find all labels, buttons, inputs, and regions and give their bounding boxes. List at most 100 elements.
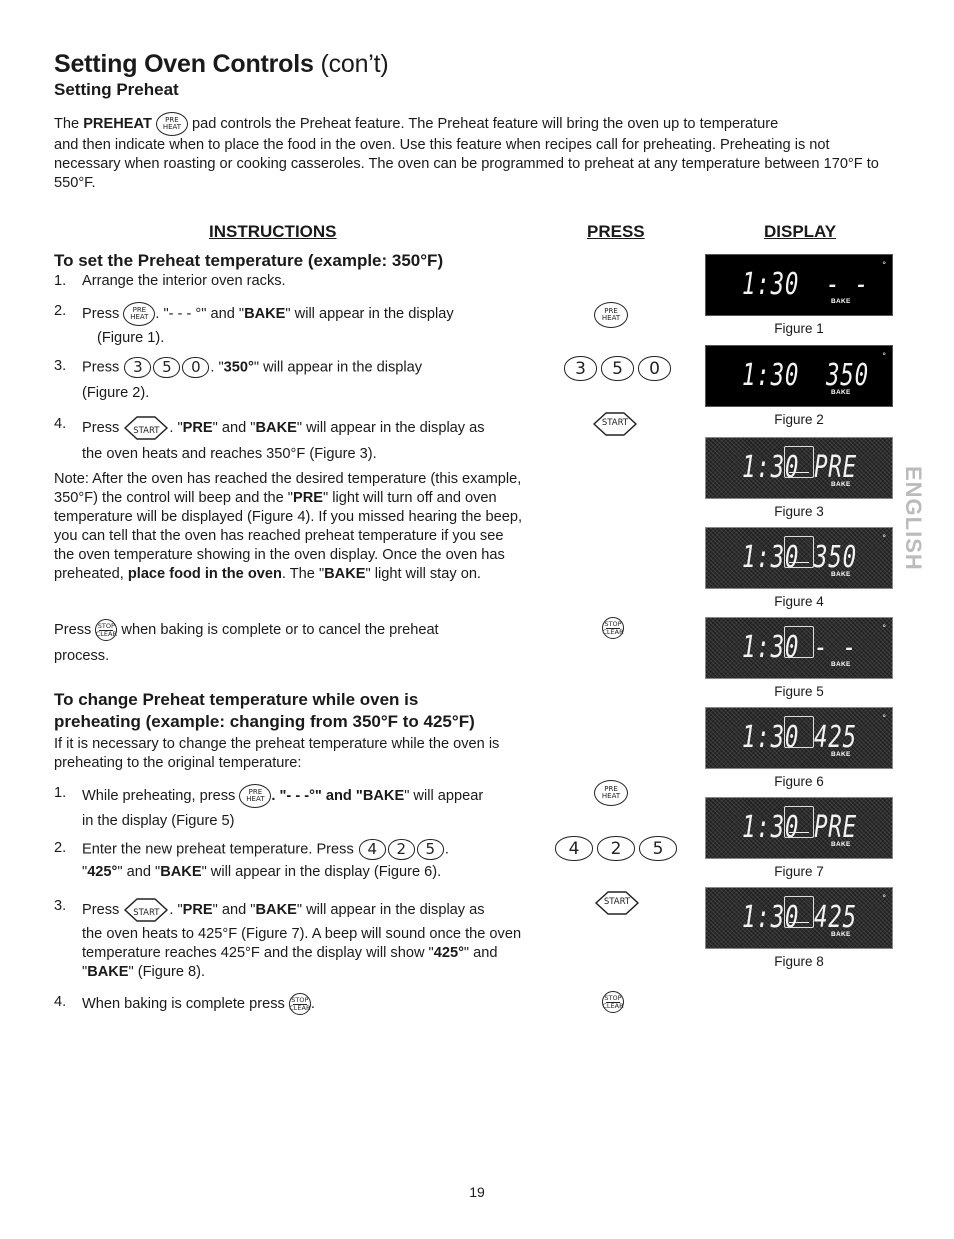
step-text: Press 350. "350°" will appear in the dis… <box>82 357 423 378</box>
step-text-cont: the oven heats to 425°F (Figure 7). A be… <box>82 926 522 980</box>
bake-indicator: BAKE <box>831 298 851 305</box>
oven-display-figure-6: 1:30 425 ° BAKE <box>705 707 893 769</box>
step-number: 1. <box>54 785 67 801</box>
section1-heading: To set the Preheat temperature (example:… <box>54 251 444 270</box>
figure-caption: Figure 4 <box>774 594 824 609</box>
press-preheat: PRE HEAT <box>594 302 628 328</box>
display-temperature: 425 <box>814 900 857 935</box>
preheat-key-icon: PRE HEAT <box>594 302 628 328</box>
figure-caption: Figure 7 <box>774 864 824 879</box>
start-key-icon: START <box>592 411 638 437</box>
oven-display-figure-8: 1:30 425 ° BAKE <box>705 887 893 949</box>
start-key-icon: START <box>123 897 169 923</box>
section2-intro: If it is necessary to change the preheat… <box>54 736 500 771</box>
column-head-display: DISPLAY <box>764 222 837 241</box>
oven-display-figure-7: 1:30 PRE BAKE <box>705 797 893 859</box>
preheat-indicator-underline <box>789 562 809 563</box>
press-stop: STOP CLEAR <box>602 617 624 639</box>
figure-caption: Figure 3 <box>774 504 824 519</box>
step-text: Press START. "PRE" and "BAKE" will appea… <box>82 897 542 923</box>
step-number: 2. <box>54 840 67 856</box>
step-text-cont: "425°" and "BAKE" will appear in the dis… <box>82 864 442 880</box>
bake-indicator: BAKE <box>831 389 851 396</box>
figure-caption: Figure 5 <box>774 684 824 699</box>
degree-symbol: ° <box>882 260 886 270</box>
figure-caption: Figure 1 <box>774 321 824 336</box>
stop-clear-key-icon: STOP CLEAR <box>602 617 624 639</box>
press-digits-350: 350 <box>563 356 672 381</box>
title-bold: Setting Oven Controls <box>54 50 314 78</box>
note-paragraph: Note: After the oven has reached the des… <box>54 471 523 582</box>
oven-display-figure-4: 1:30 350 ° BAKE <box>705 527 893 589</box>
display-temperature: 350 <box>814 540 857 575</box>
bake-indicator: BAKE <box>831 481 851 488</box>
degree-symbol: ° <box>882 893 886 903</box>
step-text: Arrange the interior oven racks. <box>82 273 286 289</box>
column-head-instructions: INSTRUCTIONS <box>209 222 337 241</box>
display-temperature: 350 <box>826 358 869 393</box>
preheat-indicator-box <box>784 716 814 748</box>
display-time: 1:30 <box>742 267 800 302</box>
digit-2-key-icon: 2 <box>387 839 415 860</box>
digit-3-key-icon: 3 <box>124 357 152 378</box>
figure-caption: Figure 6 <box>774 774 824 789</box>
step-text: While preheating, press PRE HEAT. "- - -°… <box>82 784 542 808</box>
intro-text: pad controls the Preheat feature. The Pr… <box>187 116 779 132</box>
display-time: 1:30 <box>742 358 800 393</box>
title-suffix: (con’t) <box>313 50 389 78</box>
digit-3-key-icon: 3 <box>564 356 597 381</box>
preheat-key-icon: PRE HEAT <box>239 784 272 808</box>
intro-bold: PREHEAT <box>83 116 152 132</box>
press-start: START <box>594 890 640 916</box>
press-start: START <box>592 411 638 437</box>
column-head-press: PRESS <box>587 222 645 241</box>
intro-paragraph: The PREHEAT PRE HEAT pad controls the Pre… <box>54 112 894 193</box>
digit-4-key-icon: 4 <box>358 839 386 860</box>
start-key-icon: START <box>594 890 640 916</box>
preheat-indicator-underline <box>789 832 809 833</box>
oven-display-figure-1: 1:30 - - - ° BAKE <box>705 254 893 316</box>
digit-2-key-icon: 2 <box>597 836 635 861</box>
start-key-icon: START <box>123 415 169 441</box>
step-number: 2. <box>54 303 67 319</box>
figure-caption: Figure 2 <box>774 412 824 427</box>
step-number: 3. <box>54 358 67 374</box>
step-text-cont: in the display (Figure 5) <box>82 813 235 829</box>
display-temperature: - - - <box>826 267 869 315</box>
display-temperature: - - - <box>814 630 857 678</box>
preheat-indicator-underline <box>789 922 809 923</box>
preheat-key-icon: PRE HEAT <box>123 302 156 326</box>
stop-clear-key-icon: STOP CLEAR <box>95 619 118 641</box>
digit-4-key-icon: 4 <box>555 836 593 861</box>
preheat-indicator-box <box>784 626 814 658</box>
oven-display-figure-3: 1:30 PRE BAKE <box>705 437 893 499</box>
preheat-indicator-box <box>784 536 814 568</box>
display-temperature: PRE <box>814 810 857 845</box>
bake-indicator: BAKE <box>831 751 851 758</box>
step-number: 4. <box>54 994 67 1010</box>
page-number: 19 <box>469 1184 485 1200</box>
step-number: 4. <box>54 416 67 432</box>
preheat-key-icon: PRE HEAT <box>594 780 628 806</box>
display-temperature: PRE <box>814 450 857 485</box>
step-text-cont: the oven heats and reaches 350°F (Figure… <box>82 446 377 462</box>
intro-text-cont: and then indicate when to place the food… <box>54 137 879 192</box>
degree-symbol: ° <box>882 533 886 543</box>
language-tab-label: ENGLISH <box>901 466 926 571</box>
digit-0-key-icon: 0 <box>182 357 210 378</box>
step-text: When baking is complete press STOP CLEAR. <box>82 993 542 1015</box>
figure-caption: Figure 8 <box>774 954 824 969</box>
digit-5-key-icon: 5 <box>153 357 181 378</box>
press-stop: STOP CLEAR <box>602 991 624 1013</box>
bake-indicator: BAKE <box>831 661 851 668</box>
preheat-indicator-box <box>784 806 814 838</box>
page-title: Setting Oven Controls (con’t) <box>54 50 389 79</box>
digit-0-key-icon: 0 <box>638 356 671 381</box>
stop-paragraph: Press STOP CLEAR when baking is complete … <box>54 619 524 641</box>
degree-symbol: ° <box>882 351 886 361</box>
preheat-indicator-underline <box>789 472 809 473</box>
step-text: Press START. "PRE" and "BAKE" will appea… <box>82 415 542 441</box>
intro-text: The <box>54 116 84 132</box>
display-temperature: 425 <box>814 720 857 755</box>
bake-indicator: BAKE <box>831 571 851 578</box>
